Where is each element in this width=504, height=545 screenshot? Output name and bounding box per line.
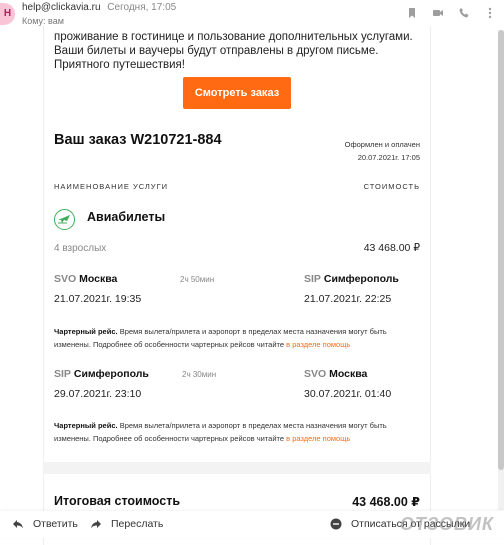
- order-title: Ваш заказ W210721-884: [54, 132, 222, 148]
- segment-2-destination: SVO Москва: [304, 368, 367, 380]
- reply-label: Ответить: [33, 518, 78, 530]
- segment-2-duration: 2ч 30мин: [182, 370, 217, 379]
- segment-2-origin: SIP Симферополь: [54, 368, 149, 380]
- more-icon[interactable]: [484, 6, 496, 19]
- forward-label: Переслать: [111, 518, 164, 530]
- video-icon[interactable]: [432, 6, 444, 18]
- origin-code: SVO: [54, 273, 77, 285]
- segment-1-origin: SVO Москва: [54, 273, 117, 285]
- recipient-line: Кому: вам: [22, 16, 64, 26]
- order-status-label: Оформлен и оплачен: [344, 140, 420, 149]
- help-link[interactable]: в разделе помощь: [286, 434, 350, 443]
- header-actions: [406, 6, 496, 19]
- charter-note-2: Чартерный рейс. Время вылета/прилета и а…: [54, 419, 424, 445]
- cost-column-header: СТОИМОСТЬ: [363, 182, 420, 191]
- plane-icon: [54, 209, 75, 230]
- minus-circle-icon: [330, 518, 342, 530]
- passenger-count: 4 взрослых: [54, 243, 107, 254]
- segment-1-departure: 21.07.2021г. 19:35: [54, 293, 142, 305]
- total-value: 43 468.00 ₽: [352, 495, 420, 509]
- help-link[interactable]: в разделе помощь: [286, 340, 350, 349]
- watermark: ОТЗОВИК: [399, 514, 494, 534]
- sender-line: help@clickavia.ru Сегодня, 17:05: [22, 2, 176, 13]
- service-price: 43 468.00 ₽: [363, 242, 420, 254]
- total-label: Итоговая стоимость: [54, 494, 181, 508]
- bookmark-icon[interactable]: [406, 6, 418, 18]
- destination-code: SVO: [304, 368, 327, 380]
- section-divider: [43, 462, 431, 474]
- segment-1-arrival: 21.07.2021г. 22:25: [304, 293, 392, 305]
- segment-2-departure: 29.07.2021г. 23:10: [54, 388, 142, 400]
- charter-label: Чартерный рейс.: [54, 421, 118, 430]
- message-action-bar: Ответить Переслать Отписаться от рассылк…: [0, 511, 504, 538]
- segment-1-destination: SIP Симферополь: [304, 273, 399, 285]
- reply-button[interactable]: Ответить: [12, 518, 78, 530]
- charter-note-1: Чартерный рейс. Время вылета/прилета и а…: [54, 325, 424, 351]
- destination-code: SIP: [304, 273, 321, 285]
- destination-city: Москва: [329, 368, 368, 380]
- service-name: Авиабилеты: [87, 210, 166, 224]
- view-order-button[interactable]: Смотреть заказ: [183, 77, 291, 109]
- avatar: H: [0, 3, 15, 25]
- order-status: Оформлен и оплачен 20.07.2021г. 17:05: [345, 138, 420, 164]
- phone-icon[interactable]: [458, 6, 470, 18]
- origin-code: SIP: [54, 368, 71, 380]
- email-view: H help@clickavia.ru Сегодня, 17:05 Кому:…: [0, 0, 504, 545]
- forward-icon: [90, 518, 102, 530]
- reply-icon: [12, 518, 24, 530]
- destination-city: Симферополь: [323, 273, 399, 285]
- message-date: Сегодня, 17:05: [107, 2, 177, 13]
- origin-city: Москва: [79, 273, 118, 285]
- forward-button[interactable]: Переслать: [90, 518, 163, 530]
- intro-text: проживание в гостинице и пользование доп…: [54, 31, 413, 71]
- scrollbar-thumb[interactable]: [498, 30, 504, 470]
- segment-2-arrival: 30.07.2021г. 01:40: [304, 388, 392, 400]
- order-datetime: 20.07.2021г. 17:05: [357, 153, 420, 162]
- origin-city: Симферополь: [73, 368, 149, 380]
- service-column-header: НАИМЕНОВАНИЕ УСЛУГИ: [54, 182, 169, 191]
- charter-label: Чартерный рейс.: [54, 327, 118, 336]
- segment-1-duration: 2ч 50мин: [180, 275, 215, 284]
- sender-address[interactable]: help@clickavia.ru: [22, 2, 101, 13]
